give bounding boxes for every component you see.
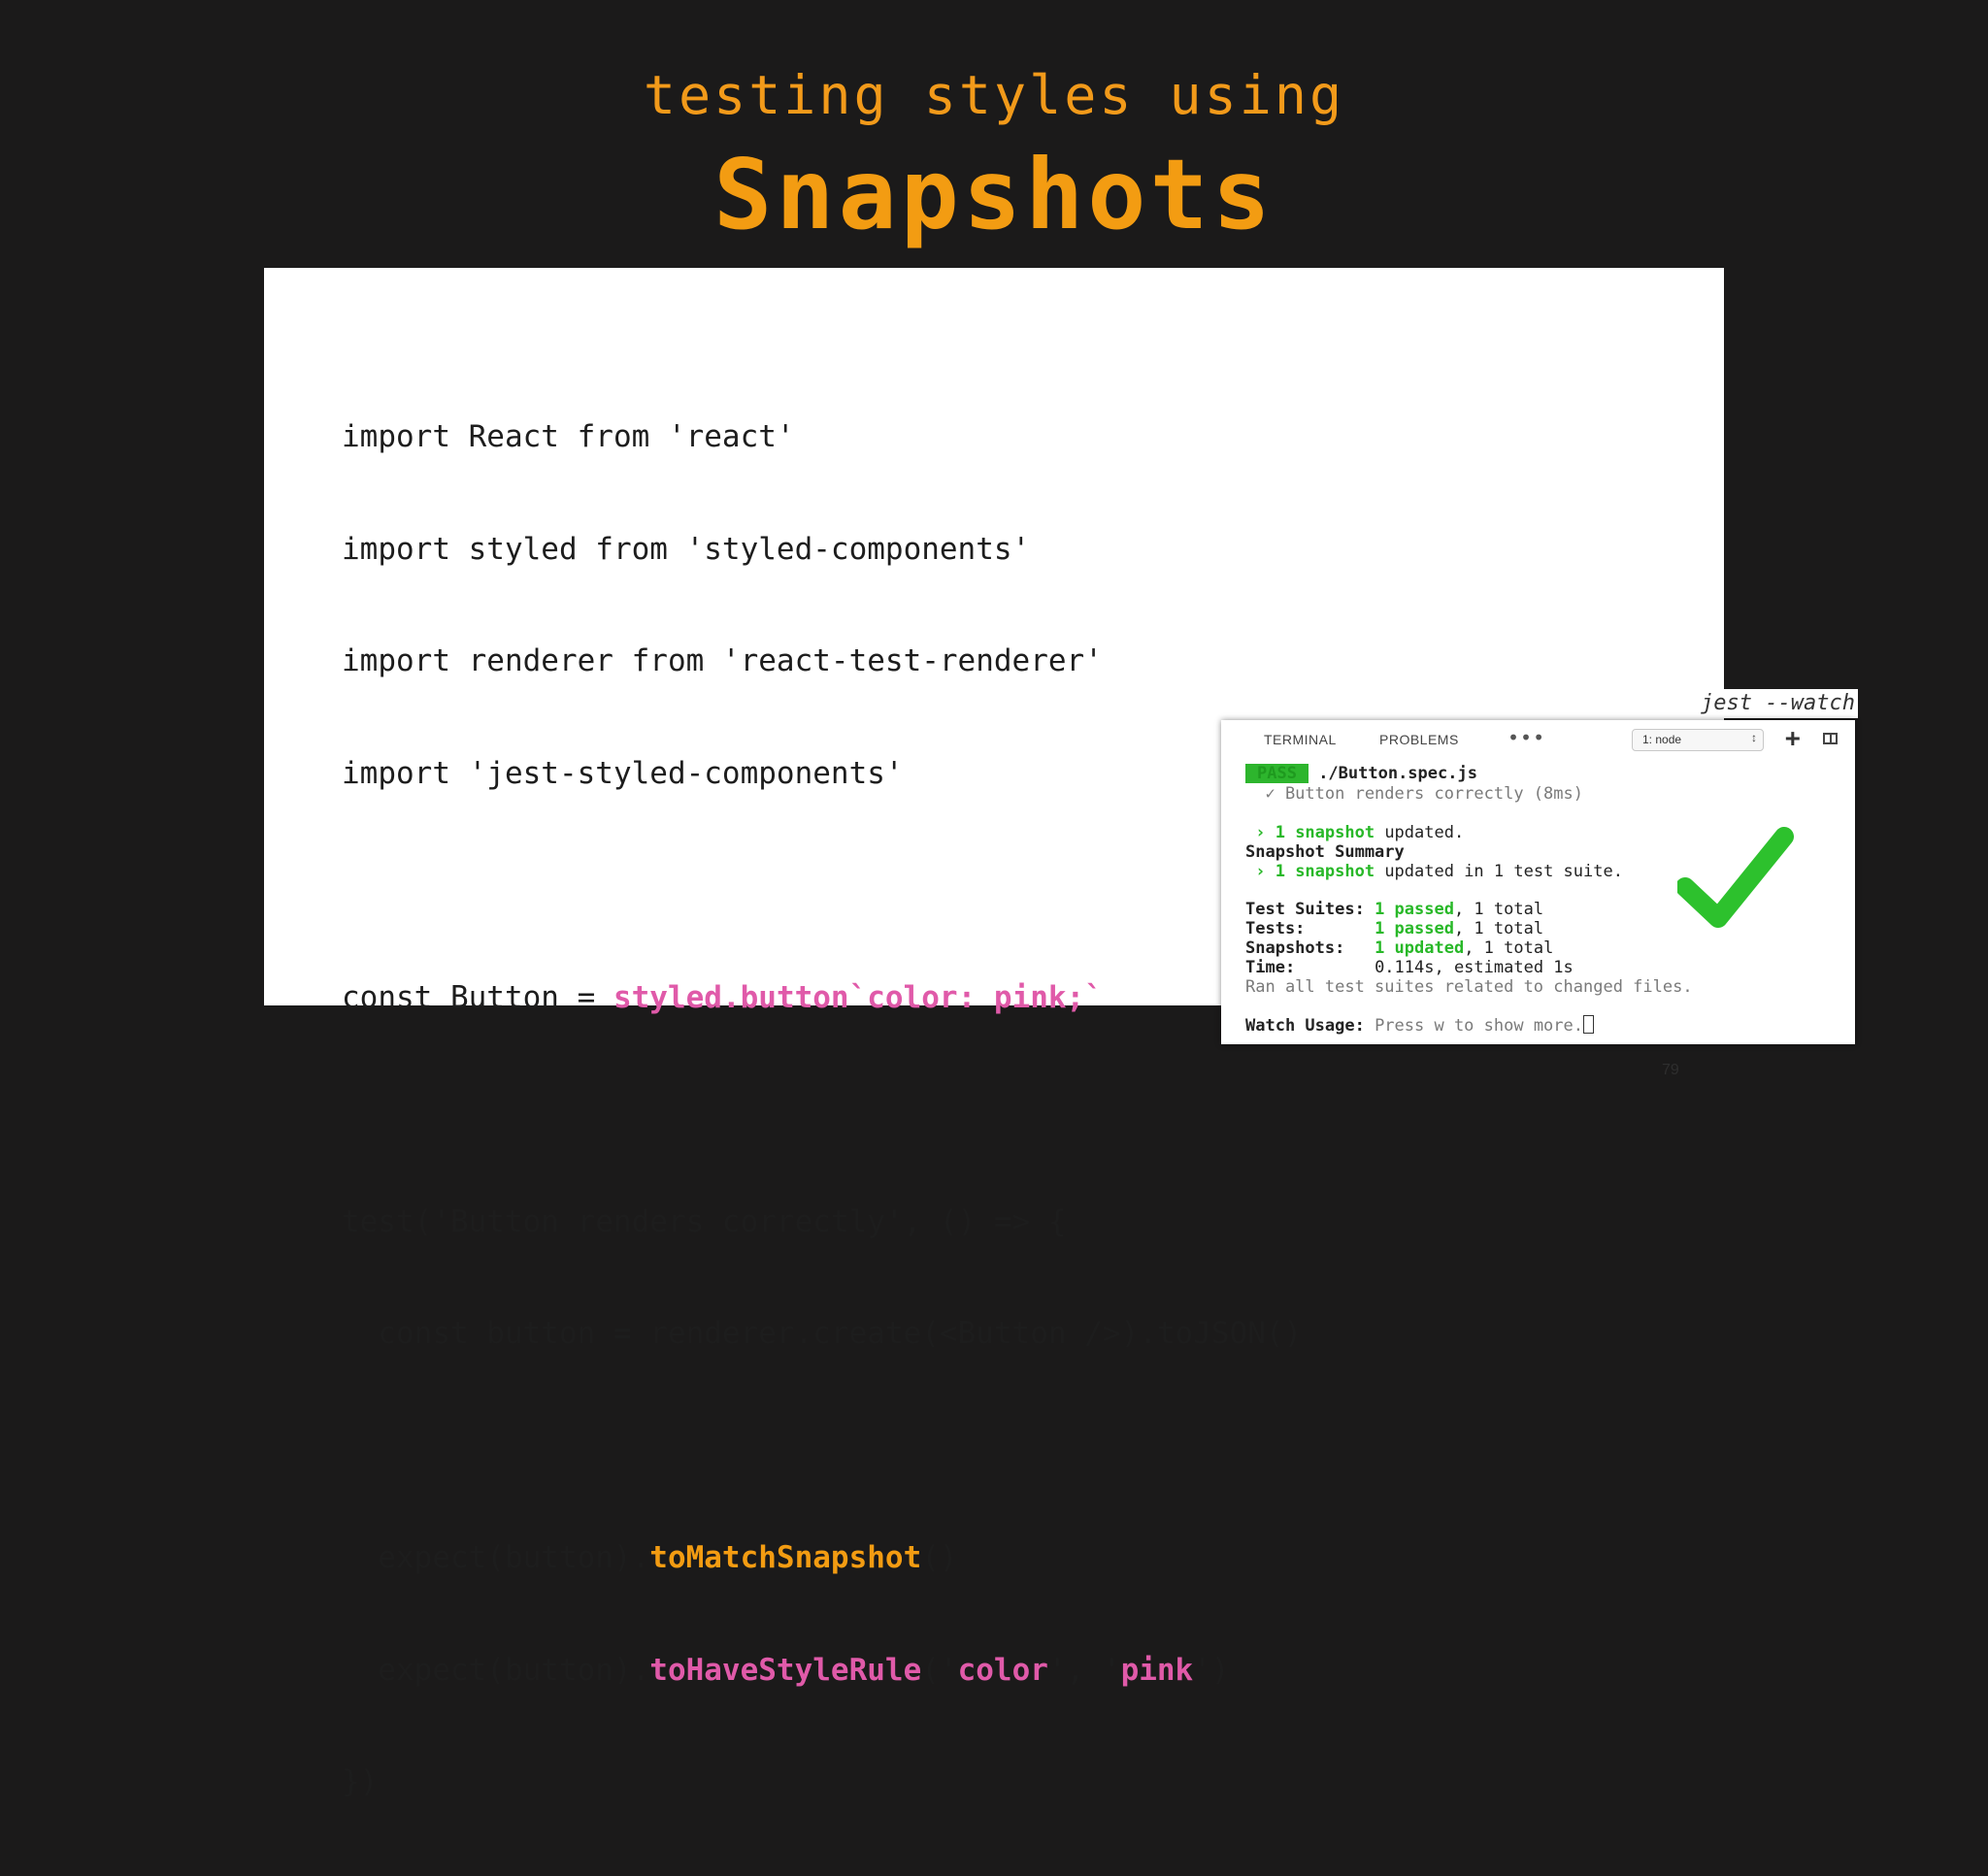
code-line: const button = renderer.create(<Button /… [342, 1316, 1303, 1351]
chevron-updown-icon: ↕ [1751, 731, 1757, 744]
code-text: (' [921, 1652, 958, 1688]
code-highlight: toMatchSnapshot [649, 1540, 922, 1575]
terminal-line: Snapshot Summary [1245, 842, 1405, 862]
terminal-label: Test Suites: [1245, 900, 1375, 919]
code-line: }) [342, 1764, 379, 1799]
code-text: ', ' [1047, 1652, 1121, 1688]
code-highlight: color [957, 1652, 1048, 1688]
checkmark-icon [1677, 827, 1794, 928]
code-block: import React from 'react' import styled … [342, 344, 1302, 1876]
code-line: expect(button).toMatchSnapshot() [342, 1539, 1302, 1577]
terminal-label: Watch Usage: [1245, 1016, 1375, 1036]
terminal-highlight: 1 snapshot [1275, 862, 1375, 881]
pass-badge: PASS [1245, 764, 1309, 783]
code-text: expect(button). [342, 1652, 650, 1688]
terminal-line: Test Suites: 1 passed, 1 total [1245, 900, 1543, 919]
terminal-line: Ran all test suites related to changed f… [1245, 977, 1693, 997]
code-text: ') [1193, 1652, 1230, 1688]
code-line: const Button = styled.button`color: pink… [342, 979, 1302, 1017]
spec-file: ./Button.spec.js [1308, 764, 1477, 783]
jest-watch-label: jest --watch [1694, 689, 1858, 718]
terminal-line: PASS ./Button.spec.js [1245, 764, 1477, 783]
terminal-label: Tests: [1245, 919, 1375, 938]
terminal-text: , 1 total [1453, 919, 1544, 938]
plus-icon[interactable]: + [1785, 724, 1801, 753]
terminal-text: Press w to show more. [1375, 1016, 1583, 1036]
code-text: expect(button). [342, 1540, 650, 1575]
terminal-label: Time: [1245, 958, 1375, 977]
terminal-arrow: › [1245, 862, 1276, 881]
slide-title: Snapshots [713, 138, 1275, 251]
terminal-line: Watch Usage: Press w to show more. [1245, 1015, 1594, 1036]
terminal-select-value: 1: node [1642, 733, 1682, 746]
code-line: expect(button).toHaveStyleRule('color', … [342, 1652, 1302, 1690]
tab-problems[interactable]: PROBLEMS [1379, 732, 1459, 747]
terminal-select[interactable]: 1: node ↕ [1632, 729, 1764, 751]
tab-terminal[interactable]: TERMINAL [1264, 732, 1337, 747]
slide-subtitle: testing styles using [643, 64, 1345, 126]
terminal-tab-bar: TERMINAL PROBLEMS ••• 1: node ↕ + [1221, 720, 1855, 759]
code-line: import React from 'react' [342, 419, 795, 454]
terminal-line: Tests: 1 passed, 1 total [1245, 919, 1543, 938]
terminal-text: 0.114s, estimated 1s [1375, 958, 1574, 977]
terminal-line: Time: 0.114s, estimated 1s [1245, 958, 1574, 977]
terminal-label: Snapshots: [1245, 938, 1375, 958]
more-icon[interactable]: ••• [1508, 726, 1545, 749]
code-text: () [921, 1540, 958, 1575]
code-highlight: styled.button`color: pink;` [613, 979, 1103, 1015]
code-line: test('Button renders correctly', () => { [342, 1203, 1067, 1239]
terminal-text: , 1 total [1464, 938, 1554, 958]
code-line: import 'jest-styled-components' [342, 755, 904, 791]
terminal-text: updated. [1375, 823, 1465, 842]
code-line: import renderer from 'react-test-rendere… [342, 643, 1103, 678]
terminal-cursor [1583, 1015, 1594, 1034]
terminal-highlight: 1 snapshot [1275, 823, 1375, 842]
terminal-highlight: 1 passed [1375, 919, 1454, 938]
terminal-text: , 1 total [1453, 900, 1544, 919]
terminal-line: › 1 snapshot updated. [1245, 823, 1464, 842]
terminal-arrow: › [1245, 823, 1276, 842]
terminal-line: ✓ Button renders correctly (8ms) [1245, 784, 1583, 804]
terminal-highlight: 1 updated [1375, 938, 1465, 958]
code-highlight: toHaveStyleRule [649, 1652, 922, 1688]
code-highlight: pink [1120, 1652, 1194, 1688]
terminal-line: Snapshots: 1 updated, 1 total [1245, 938, 1553, 958]
code-text: const Button = [342, 979, 613, 1015]
split-panel-icon[interactable] [1823, 733, 1838, 744]
terminal-line: › 1 snapshot updated in 1 test suite. [1245, 862, 1623, 881]
page-number: 79 [1662, 1062, 1679, 1078]
terminal-text: updated in 1 test suite. [1375, 862, 1623, 881]
terminal-highlight: 1 passed [1375, 900, 1454, 919]
terminal-panel: TERMINAL PROBLEMS ••• 1: node ↕ + PASS .… [1221, 720, 1855, 1044]
code-line: import styled from 'styled-components' [342, 531, 1031, 567]
